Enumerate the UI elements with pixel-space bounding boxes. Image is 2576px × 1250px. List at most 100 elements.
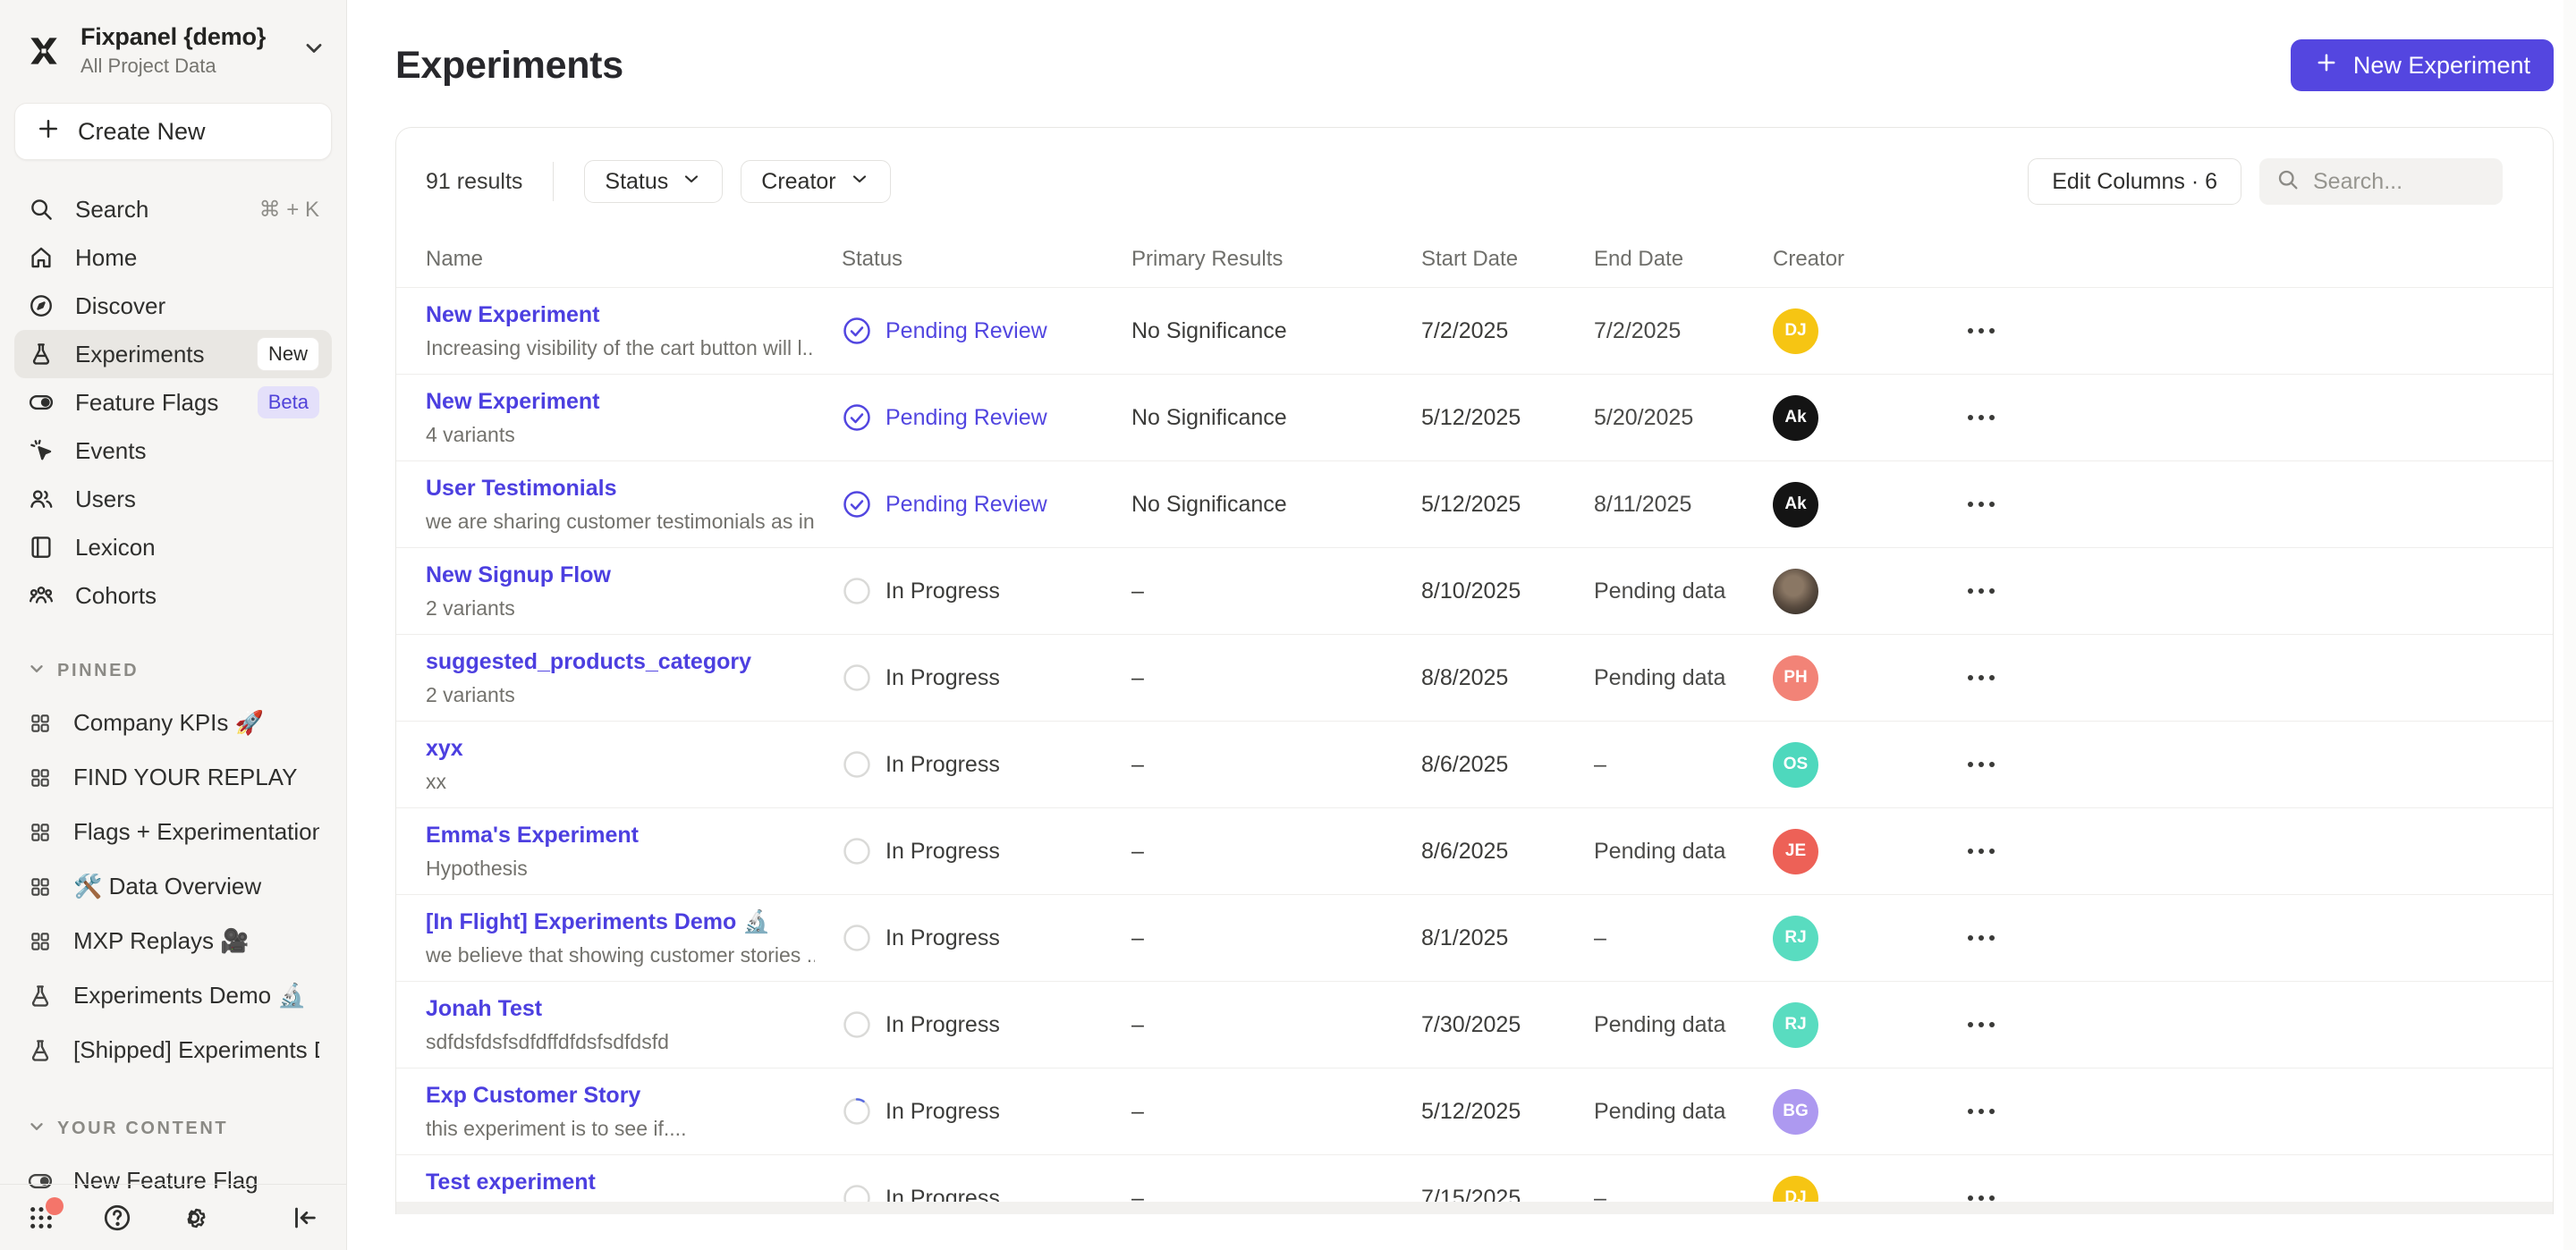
status-cell: In Progress (842, 923, 1131, 953)
experiment-link[interactable]: Emma's Experiment (426, 823, 815, 849)
sidebar-item-discover[interactable]: Discover (14, 282, 332, 330)
primary-results-cell: – (1131, 839, 1421, 865)
sidebar-item-experiments[interactable]: ExperimentsNew (14, 330, 332, 378)
sidebar-item-lexicon[interactable]: Lexicon (14, 523, 332, 571)
sidebar-item-label: Feature Flags (75, 389, 238, 417)
apps-grid-icon[interactable] (27, 1204, 55, 1232)
sidebar-item-search[interactable]: Search⌘ + K (14, 185, 332, 233)
chevron-down-icon (27, 659, 47, 683)
page-title: Experiments (395, 44, 623, 88)
status-cell: In Progress (842, 1009, 1131, 1040)
creator-cell: PH (1773, 655, 1919, 701)
pinned-section-header[interactable]: PINNED (0, 659, 346, 683)
row-actions-cell (1919, 1013, 2553, 1036)
creator-avatar[interactable]: JE (1773, 829, 1818, 874)
row-menu-button[interactable] (1959, 1100, 2004, 1123)
experiment-link[interactable]: New Experiment (426, 302, 815, 328)
pinned-item[interactable]: Experiments Demo 🔬 (14, 968, 332, 1023)
row-menu-button[interactable] (1959, 493, 2004, 516)
page-header: Experiments New Experiment (395, 0, 2554, 127)
status-cell: In Progress (842, 1096, 1131, 1127)
sidebar-item-label: Lexicon (75, 534, 319, 562)
experiment-link[interactable]: xyx (426, 736, 815, 762)
filter-button-creator[interactable]: Creator (741, 160, 890, 203)
pinned-item[interactable]: Flags + Experimentation Demo , (14, 805, 332, 859)
search-input[interactable] (2313, 169, 2483, 195)
creator-cell: Ak (1773, 395, 1919, 441)
creator-avatar[interactable]: BG (1773, 1089, 1818, 1135)
experiment-link[interactable]: [In Flight] Experiments Demo 🔬 (426, 909, 815, 935)
filter-label: Status (605, 169, 668, 195)
creator-avatar[interactable]: RJ (1773, 1002, 1818, 1048)
creator-cell: DJ (1773, 308, 1919, 354)
primary-results-cell: – (1131, 665, 1421, 691)
edit-columns-button[interactable]: Edit Columns · 6 (2028, 158, 2241, 205)
creator-avatar[interactable]: RJ (1773, 916, 1818, 961)
experiment-link[interactable]: Exp Customer Story (426, 1083, 815, 1109)
primary-results-cell: No Significance (1131, 492, 1421, 518)
primary-results-cell: No Significance (1131, 405, 1421, 431)
row-menu-button[interactable] (1959, 666, 2004, 689)
create-new-button[interactable]: Create New (14, 103, 332, 160)
pinned-item[interactable]: Company KPIs 🚀 (14, 696, 332, 750)
creator-avatar[interactable] (1773, 569, 1818, 614)
sidebar-item-feature-flags[interactable]: Feature FlagsBeta (14, 378, 332, 427)
your-content-section-header[interactable]: YOUR CONTENT (0, 1117, 346, 1141)
sidebar-item-label: Experiments (75, 341, 237, 368)
experiment-link[interactable]: Test experiment (426, 1170, 815, 1195)
pinned-item[interactable]: MXP Replays 🎥 (14, 914, 332, 968)
column-header-primary-results[interactable]: Primary Results (1131, 247, 1421, 272)
help-icon[interactable] (102, 1203, 132, 1233)
row-menu-button[interactable] (1959, 1013, 2004, 1036)
horizontal-scrollbar[interactable] (396, 1202, 2553, 1214)
sidebar-item-cohorts[interactable]: Cohorts (14, 571, 332, 620)
creator-cell: Ak (1773, 482, 1919, 528)
primary-results-cell: – (1131, 752, 1421, 778)
creator-avatar[interactable]: PH (1773, 655, 1818, 701)
column-header-creator[interactable]: Creator (1773, 247, 1919, 272)
sidebar-item-home[interactable]: Home (14, 233, 332, 282)
column-header-name[interactable]: Name (426, 247, 842, 272)
workspace-name: Fixpanel {demo} (80, 23, 285, 51)
pinned-item[interactable]: FIND YOUR REPLAY (14, 750, 332, 805)
sidebar-item-events[interactable]: Events (14, 427, 332, 475)
creator-avatar[interactable]: Ak (1773, 482, 1818, 528)
creator-avatar[interactable]: OS (1773, 742, 1818, 788)
results-count: 91 results (426, 169, 522, 195)
experiment-description: we believe that showing customer stories… (426, 943, 815, 967)
column-header-status[interactable]: Status (842, 247, 1131, 272)
column-header-start-date[interactable]: Start Date (1421, 247, 1594, 272)
experiment-link[interactable]: New Signup Flow (426, 562, 815, 588)
workspace-switcher[interactable]: Fixpanel {demo} All Project Data (0, 0, 346, 94)
experiment-link[interactable]: Jonah Test (426, 996, 815, 1022)
pinned-item[interactable]: 🛠️ Data Overview (14, 859, 332, 914)
status-cell: In Progress (842, 663, 1131, 693)
row-menu-button[interactable] (1959, 926, 2004, 950)
row-menu-button[interactable] (1959, 319, 2004, 342)
row-menu-button[interactable] (1959, 406, 2004, 429)
pinned-item-label: MXP Replays 🎥 (73, 927, 319, 955)
creator-avatar[interactable]: Ak (1773, 395, 1818, 441)
collapse-sidebar-icon[interactable] (289, 1203, 319, 1233)
settings-gear-icon[interactable] (179, 1203, 209, 1233)
board-icon (27, 766, 54, 790)
pinned-item[interactable]: [Shipped] Experiments Demo 🖊️ (14, 1023, 332, 1077)
row-menu-button[interactable] (1959, 753, 2004, 776)
filter-button-status[interactable]: Status (584, 160, 723, 203)
experiment-link[interactable]: User Testimonials (426, 476, 815, 502)
row-menu-button[interactable] (1959, 579, 2004, 603)
pinned-item-label: 🛠️ Data Overview (73, 873, 319, 900)
new-experiment-button[interactable]: New Experiment (2291, 39, 2554, 91)
end-date-cell: Pending data (1594, 839, 1773, 865)
experiment-link[interactable]: New Experiment (426, 389, 815, 415)
creator-avatar[interactable]: DJ (1773, 308, 1818, 354)
row-menu-button[interactable] (1959, 840, 2004, 863)
sidebar-item-users[interactable]: Users (14, 475, 332, 523)
notification-dot (46, 1197, 64, 1215)
column-header-end-date[interactable]: End Date (1594, 247, 1773, 272)
chevron-down-icon (301, 36, 326, 65)
row-actions-cell (1919, 1100, 2553, 1123)
experiment-link[interactable]: suggested_products_category (426, 649, 815, 675)
sidebar-item-label: Cohorts (75, 582, 319, 610)
vertical-scrollbar[interactable] (2563, 0, 2576, 1250)
